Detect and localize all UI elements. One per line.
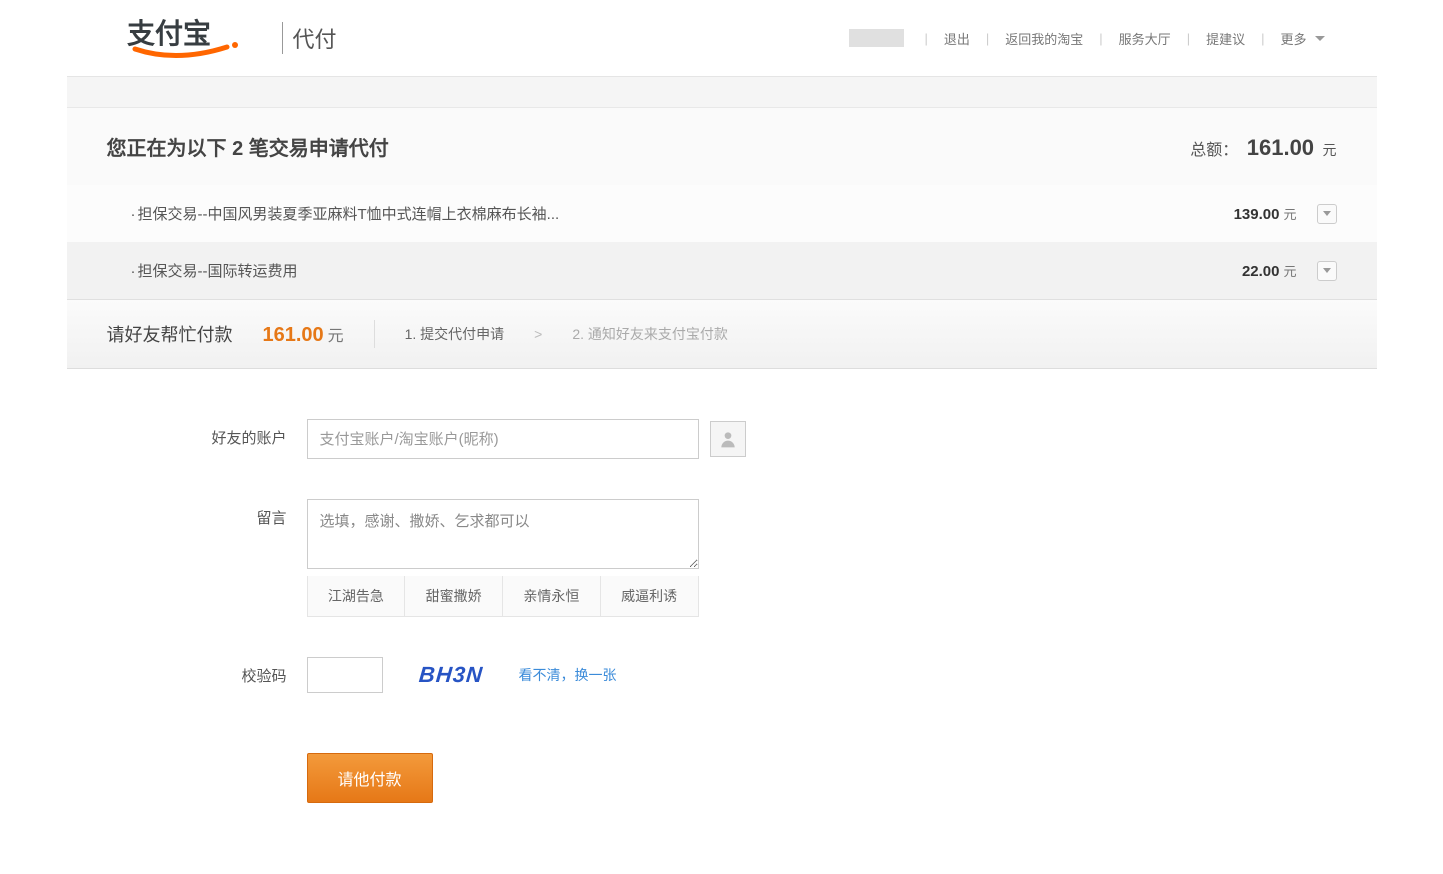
logo-divider [282,22,283,54]
title-suffix: 笔交易申请代付 [243,138,389,160]
nav-separator: | [924,31,927,46]
divider [374,320,375,348]
nav-feedback[interactable]: 提建议 [1202,29,1249,48]
submit-button[interactable]: 请他付款 [307,753,433,803]
page-title: 您正在为以下 2 笔交易申请代付 [107,132,389,161]
nav-separator: | [1099,31,1102,46]
expand-toggle[interactable] [1317,204,1337,224]
nav-separator: | [1187,31,1190,46]
account-input[interactable] [307,419,699,459]
transaction-price: 22.00元 [1242,261,1297,280]
captcha-refresh-link[interactable]: 看不清，换一张 [519,665,617,685]
step-amount: 161.00 [263,324,324,346]
svg-text:支付宝: 支付宝 [127,17,211,50]
nav-separator: | [1261,31,1264,46]
step-amount-unit: 元 [328,328,344,345]
expand-toggle[interactable] [1317,261,1337,281]
captcha-label: 校验码 [107,657,307,686]
nav-logout[interactable]: 退出 [940,29,974,48]
header: 支付宝 代付 | 退出 | 返回我的淘宝 | 服务大厅 | 提建议 | 更多 [67,0,1377,76]
transaction-price: 139.00元 [1234,204,1297,223]
message-label: 留言 [107,499,307,528]
message-textarea[interactable] [307,499,699,569]
nav-back-taobao[interactable]: 返回我的淘宝 [1001,29,1087,48]
contact-picker-button[interactable] [710,421,746,457]
user-placeholder [849,29,904,47]
title-count: 2 [232,138,243,160]
chevron-down-icon [1315,36,1325,41]
account-label: 好友的账户 [107,419,307,448]
title-prefix: 您正在为以下 [107,138,233,160]
logo-subtitle: 代付 [293,22,337,54]
transaction-name: 担保交易--国际转运费用 [131,260,298,281]
step-arrow-icon: > [534,326,542,342]
header-nav: | 退出 | 返回我的淘宝 | 服务大厅 | 提建议 | 更多 [849,29,1328,48]
captcha-input[interactable] [307,657,383,693]
nav-service[interactable]: 服务大厅 [1115,29,1175,48]
alipay-logo-icon: 支付宝 [127,15,272,61]
transaction-row: 担保交易--中国风男装夏季亚麻料T恤中式连帽上衣棉麻布长袖... 139.00元 [67,185,1377,242]
transaction-row: 担保交易--国际转运费用 22.00元 [67,242,1377,299]
step-2: 2. 通知好友来支付宝付款 [572,324,728,344]
preset-family[interactable]: 亲情永恒 [503,576,601,616]
message-presets: 江湖告急 甜蜜撒娇 亲情永恒 威逼利诱 [307,576,699,617]
person-icon [718,429,738,449]
title-row: 您正在为以下 2 笔交易申请代付 总额： 161.00 元 [67,107,1377,185]
step-1: 1. 提交代付申请 [405,324,505,344]
total-amount: 总额： 161.00 元 [1190,135,1336,161]
logo[interactable]: 支付宝 代付 [127,15,337,61]
total-unit: 元 [1323,142,1337,158]
transaction-name: 担保交易--中国风男装夏季亚麻料T恤中式连帽上衣棉麻布长袖... [131,203,560,224]
nav-more-label: 更多 [1280,29,1306,48]
form-row-captcha: 校验码 BH3N 看不清，换一张 [107,657,1337,693]
form-row-message: 留言 江湖告急 甜蜜撒娇 亲情永恒 威逼利诱 [107,499,1337,617]
preset-urgent[interactable]: 江湖告急 [308,576,406,616]
preset-sweet[interactable]: 甜蜜撒娇 [405,576,503,616]
form-area: 好友的账户 留言 江湖告急 甜蜜撒娇 [67,369,1377,863]
step-label: 请好友帮忙付款 [107,321,233,347]
step-bar: 请好友帮忙付款 161.00 元 1. 提交代付申请 > 2. 通知好友来支付宝… [67,299,1377,369]
nav-separator: | [986,31,989,46]
total-label: 总额： [1190,142,1238,159]
form-row-account: 好友的账户 [107,419,1337,459]
preset-pressure[interactable]: 威逼利诱 [601,576,698,616]
captcha-image: BH3N [395,659,506,691]
total-value: 161.00 [1247,135,1314,160]
nav-more[interactable]: 更多 [1276,29,1328,48]
main-panel: 您正在为以下 2 笔交易申请代付 总额： 161.00 元 担保交易--中国风男… [67,76,1377,863]
